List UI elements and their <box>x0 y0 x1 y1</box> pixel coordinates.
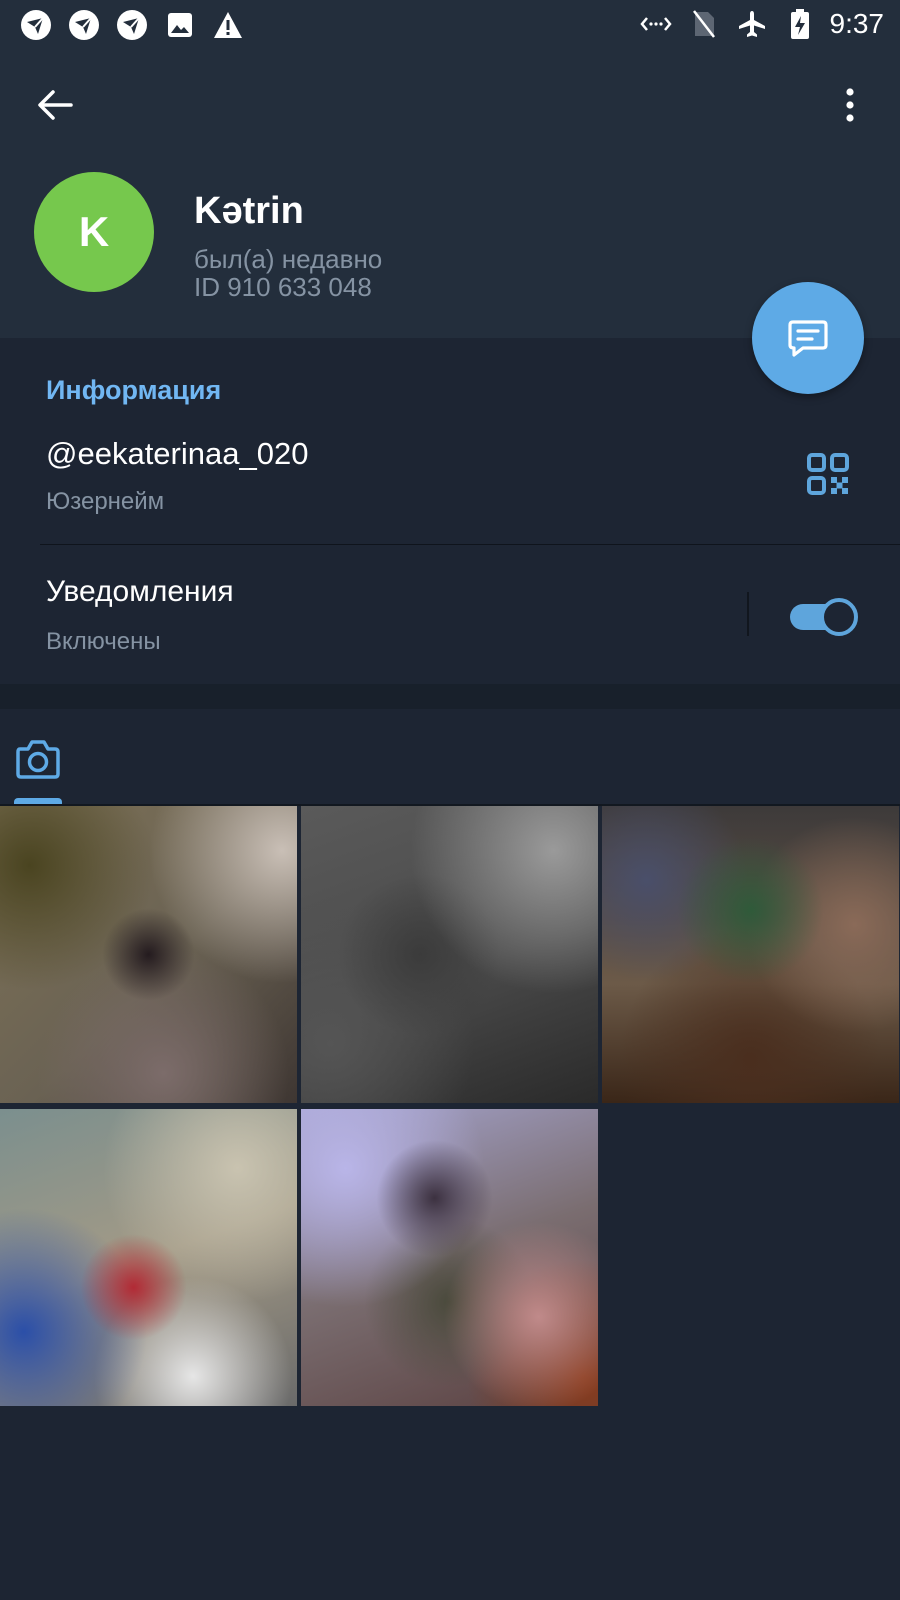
profile-name: Kətrin <box>194 190 304 232</box>
section-title: Информация <box>46 375 222 405</box>
photo-thumbnail[interactable] <box>0 1109 297 1406</box>
notifications-title[interactable]: Уведомления <box>46 575 234 609</box>
system-icons: 9:37 <box>638 6 885 42</box>
media-tabs <box>0 709 900 806</box>
last-seen-status: был(а) недавно <box>194 244 383 274</box>
back-button[interactable] <box>30 80 80 130</box>
avatar-letter: K <box>78 208 110 255</box>
notification-icons <box>18 7 246 43</box>
battery-charging-icon <box>782 6 818 42</box>
warning-icon <box>210 7 246 43</box>
qr-code-button[interactable] <box>806 452 850 496</box>
message-icon <box>788 320 828 357</box>
vertical-separator <box>747 592 749 636</box>
user-id: ID 910 633 048 <box>194 272 372 302</box>
notifications-status: Включены <box>46 628 161 655</box>
avatar[interactable]: K <box>34 172 154 292</box>
tab-photos[interactable] <box>14 737 62 783</box>
app-notification-icon <box>66 7 102 43</box>
profile-header: K Kətrin был(а) недавно ID 910 633 048 <box>0 50 900 338</box>
section-gap <box>0 684 900 709</box>
airplane-icon <box>734 6 770 42</box>
photo-thumbnail[interactable] <box>301 1109 598 1406</box>
photo-thumbnail[interactable] <box>602 806 899 1103</box>
username-label: Юзернейм <box>46 488 165 515</box>
clock: 9:37 <box>829 8 885 39</box>
status-bar: 9:37 <box>0 0 900 50</box>
send-message-button[interactable] <box>752 282 864 394</box>
qr-code-icon <box>807 453 849 495</box>
notifications-toggle[interactable] <box>790 598 858 636</box>
camera-icon <box>16 740 60 779</box>
more-vertical-icon <box>846 88 854 122</box>
app-notification-icon <box>18 7 54 43</box>
photo-thumbnail[interactable] <box>0 806 297 1103</box>
info-section: Информация @eekaterinaa_020 Юзернейм Уве… <box>0 338 900 684</box>
username-value[interactable]: @eekaterinaa_020 <box>46 436 308 472</box>
data-saver-icon <box>638 6 674 42</box>
app-notification-icon <box>114 7 150 43</box>
no-sim-icon <box>686 6 722 42</box>
photo-thumbnail[interactable] <box>301 806 598 1103</box>
divider <box>40 544 900 545</box>
image-icon <box>162 7 198 43</box>
arrow-left-icon <box>38 90 73 120</box>
more-menu-button[interactable] <box>830 80 870 130</box>
toggle-knob <box>820 598 858 636</box>
